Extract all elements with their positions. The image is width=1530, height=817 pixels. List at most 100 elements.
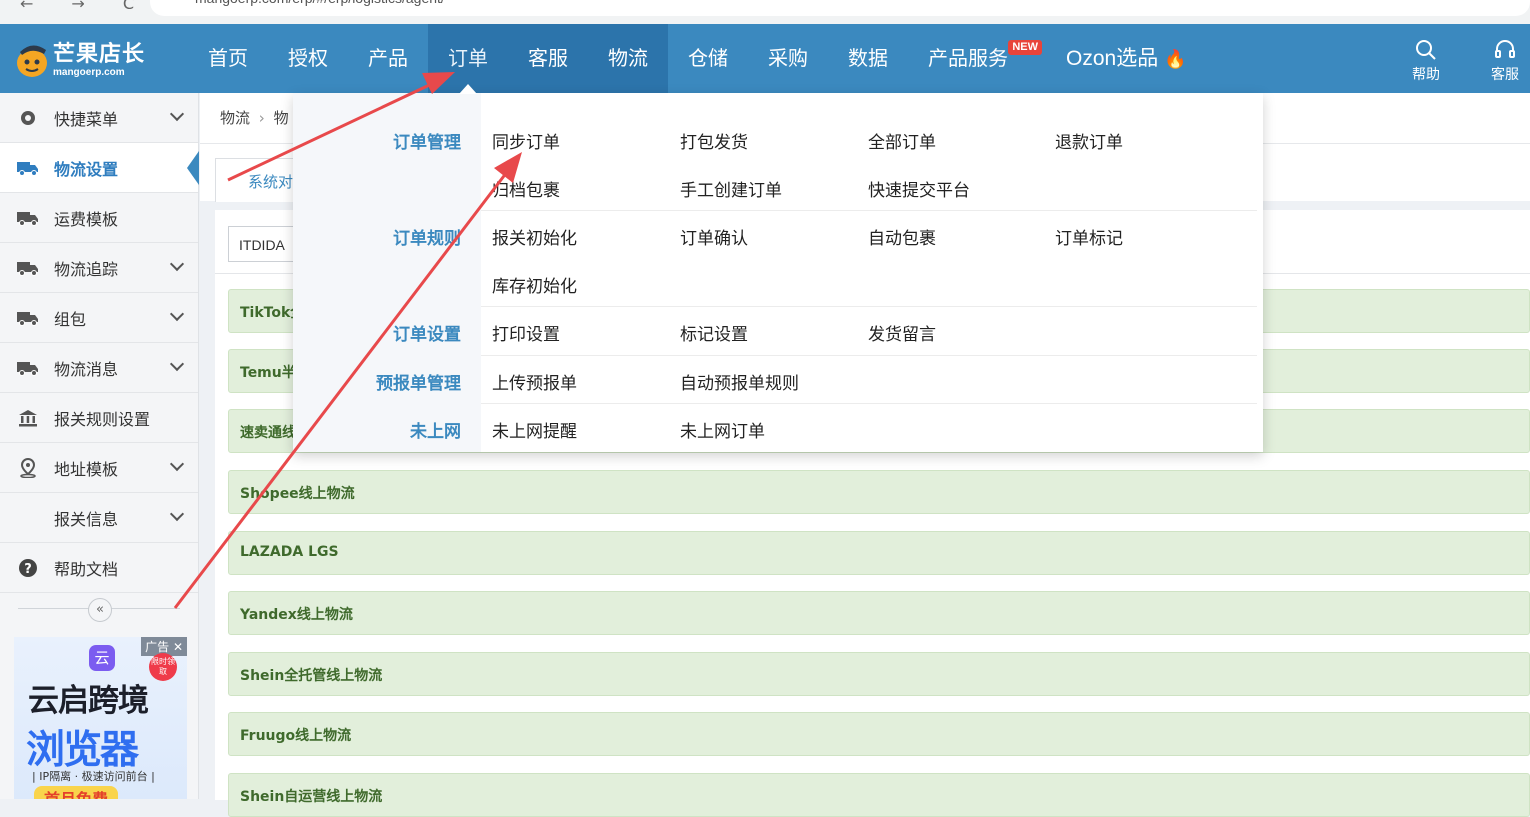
menu-item-sync-orders[interactable]: 同步订单	[492, 128, 560, 153]
cloud-app-icon: 云	[89, 645, 115, 671]
menu-item-refund-orders[interactable]: 退款订单	[1055, 128, 1123, 153]
ad-subtitle: | IP隔离 · 极速访问前台 |	[32, 770, 155, 783]
sidebar-item-label: 物流追踪	[54, 259, 119, 279]
menu-item-upload-forecast[interactable]: 上传预报单	[492, 369, 577, 394]
menu-item-shipping-message[interactable]: 发货留言	[868, 320, 936, 345]
nav-ozon-selection[interactable]: Ozon选品 🔥	[1046, 24, 1206, 93]
list-item[interactable]: Shein全托管线上物流	[228, 652, 1530, 696]
sidebar-item-logistics-settings[interactable]: 物流设置	[0, 143, 199, 193]
truck-icon	[17, 307, 39, 329]
truck-icon	[17, 257, 39, 279]
chevron-down-icon	[169, 106, 185, 122]
ad-cta[interactable]: 首月免费	[34, 786, 119, 799]
brand-domain: mangoerp.com	[53, 67, 125, 78]
main-menu: 首页 授权 产品 订单 客服 物流 仓储 采购 数据 产品服务 NEW Ozon…	[188, 24, 1206, 93]
sidebar-item-logistics-messages[interactable]: 物流消息	[0, 343, 198, 393]
breadcrumb-item[interactable]: 物流	[220, 109, 250, 127]
menu-item-customs-init[interactable]: 报关初始化	[492, 224, 577, 249]
group-title: 预报单管理	[376, 374, 461, 394]
nav-product-services-label: 产品服务	[928, 46, 1008, 70]
nav-logistics[interactable]: 物流	[588, 24, 668, 93]
sidebar-item-package-group[interactable]: 组包	[0, 293, 198, 343]
question-icon: ?	[17, 557, 39, 579]
nav-home[interactable]: 首页	[188, 24, 268, 93]
sidebar-item-customs-rules[interactable]: 报关规则设置	[0, 393, 198, 443]
group-title: 订单管理	[393, 133, 461, 153]
brand-logo[interactable]: 芒果店长 mangoerp.com	[14, 34, 154, 84]
divider	[481, 403, 1257, 404]
menu-item-order-mark[interactable]: 订单标记	[1055, 224, 1123, 249]
menu-item-archived-packages[interactable]: 归档包裹	[492, 176, 560, 201]
menu-item-manual-create-order[interactable]: 手工创建订单	[680, 176, 782, 201]
list-item[interactable]: LAZADA LGS	[228, 531, 1530, 575]
menu-item-mark-settings[interactable]: 标记设置	[680, 320, 748, 345]
sidebar-item-label: 组包	[54, 309, 87, 329]
nav-customer-service[interactable]: 客服	[508, 24, 588, 93]
chevron-down-icon	[169, 506, 185, 522]
blank-icon	[17, 507, 39, 529]
sidebar-item-label: 快捷菜单	[54, 109, 119, 129]
list-item[interactable]: Yandex线上物流	[228, 591, 1530, 635]
truck-icon	[17, 357, 39, 379]
divider	[481, 355, 1257, 356]
collapse-sidebar-button[interactable]: «	[88, 598, 112, 622]
menu-item-pack-ship[interactable]: 打包发货	[680, 128, 748, 153]
menu-item-auto-package[interactable]: 自动包裹	[868, 224, 936, 249]
nav-purchase[interactable]: 采购	[748, 24, 828, 93]
chevron-down-icon	[169, 306, 185, 322]
service-label: 客服	[1491, 67, 1519, 83]
divider	[481, 210, 1257, 211]
sidebar-item-quick-menu[interactable]: 快捷菜单	[0, 93, 198, 143]
sidebar-item-label: 帮助文档	[54, 559, 119, 579]
nav-product-services[interactable]: 产品服务 NEW	[908, 24, 1046, 93]
mango-mascot-icon	[17, 45, 47, 77]
sidebar-item-help-docs[interactable]: ? 帮助文档	[0, 543, 198, 593]
nav-orders[interactable]: 订单	[428, 24, 508, 93]
nav-data[interactable]: 数据	[828, 24, 908, 93]
dropdown-caret	[459, 84, 477, 94]
search-icon	[1416, 40, 1436, 60]
menu-item-not-online-orders[interactable]: 未上网订单	[680, 417, 765, 442]
customer-service-button[interactable]: 客服	[1480, 38, 1530, 84]
menu-item-print-settings[interactable]: 打印设置	[492, 320, 560, 345]
breadcrumb-item[interactable]: 物	[274, 109, 289, 127]
sidebar-item-label: 报关规则设置	[54, 409, 151, 429]
menu-item-not-online-reminder[interactable]: 未上网提醒	[492, 417, 577, 442]
list-item[interactable]: Fruugo线上物流	[228, 712, 1530, 756]
chevron-down-icon	[169, 456, 185, 472]
sidebar-item-label: 报关信息	[54, 509, 119, 529]
breadcrumb-separator: ›	[258, 109, 265, 127]
menu-item-auto-forecast-rules[interactable]: 自动预报单规则	[680, 369, 799, 394]
sidebar-item-freight-template[interactable]: 运费模板	[0, 193, 198, 243]
sidebar-item-customs-info[interactable]: 报关信息	[0, 493, 198, 543]
sidebar-item-label: 运费模板	[54, 209, 119, 229]
nav-ozon-label: Ozon选品	[1066, 47, 1159, 70]
sidebar-item-label: 地址模板	[54, 459, 119, 479]
nav-authorize[interactable]: 授权	[268, 24, 348, 93]
browser-toolbar: ←→C mangoerp.com/erp/#/erp/logistics/age…	[0, 0, 1530, 24]
limited-offer-badge: 限时领取	[149, 653, 177, 681]
nav-warehouse[interactable]: 仓储	[668, 24, 748, 93]
group-title: 未上网	[410, 422, 461, 442]
sidebar-collapse: «	[18, 598, 180, 622]
sidebar-item-label: 物流设置	[54, 159, 119, 179]
location-icon	[17, 457, 39, 479]
truck-icon	[17, 157, 39, 179]
nav-products[interactable]: 产品	[348, 24, 428, 93]
help-button[interactable]: 帮助	[1401, 38, 1451, 84]
sidebar-item-label: 物流消息	[54, 359, 119, 379]
sidebar-item-tracking[interactable]: 物流追踪	[0, 243, 198, 293]
menu-item-inventory-init[interactable]: 库存初始化	[492, 272, 577, 297]
divider	[481, 306, 1257, 307]
menu-item-all-orders[interactable]: 全部订单	[868, 128, 936, 153]
list-item[interactable]: Shein自运营线上物流	[228, 773, 1530, 817]
address-bar[interactable]: mangoerp.com/erp/#/erp/logistics/agent/	[150, 0, 1530, 16]
menu-item-order-confirm[interactable]: 订单确认	[680, 224, 748, 249]
sidebar-item-address-template[interactable]: 地址模板	[0, 443, 198, 493]
group-title: 订单设置	[393, 325, 461, 345]
list-item[interactable]: Shopee线上物流	[228, 470, 1530, 514]
menu-item-quick-submit-platform[interactable]: 快速提交平台	[868, 176, 970, 201]
truck-icon	[17, 207, 39, 229]
ad-banner[interactable]: 广告 ✕ 云 限时领取 云启跨境 浏览器 | IP隔离 · 极速访问前台 | 首…	[14, 637, 187, 799]
brand-name: 芒果店长	[53, 42, 146, 67]
